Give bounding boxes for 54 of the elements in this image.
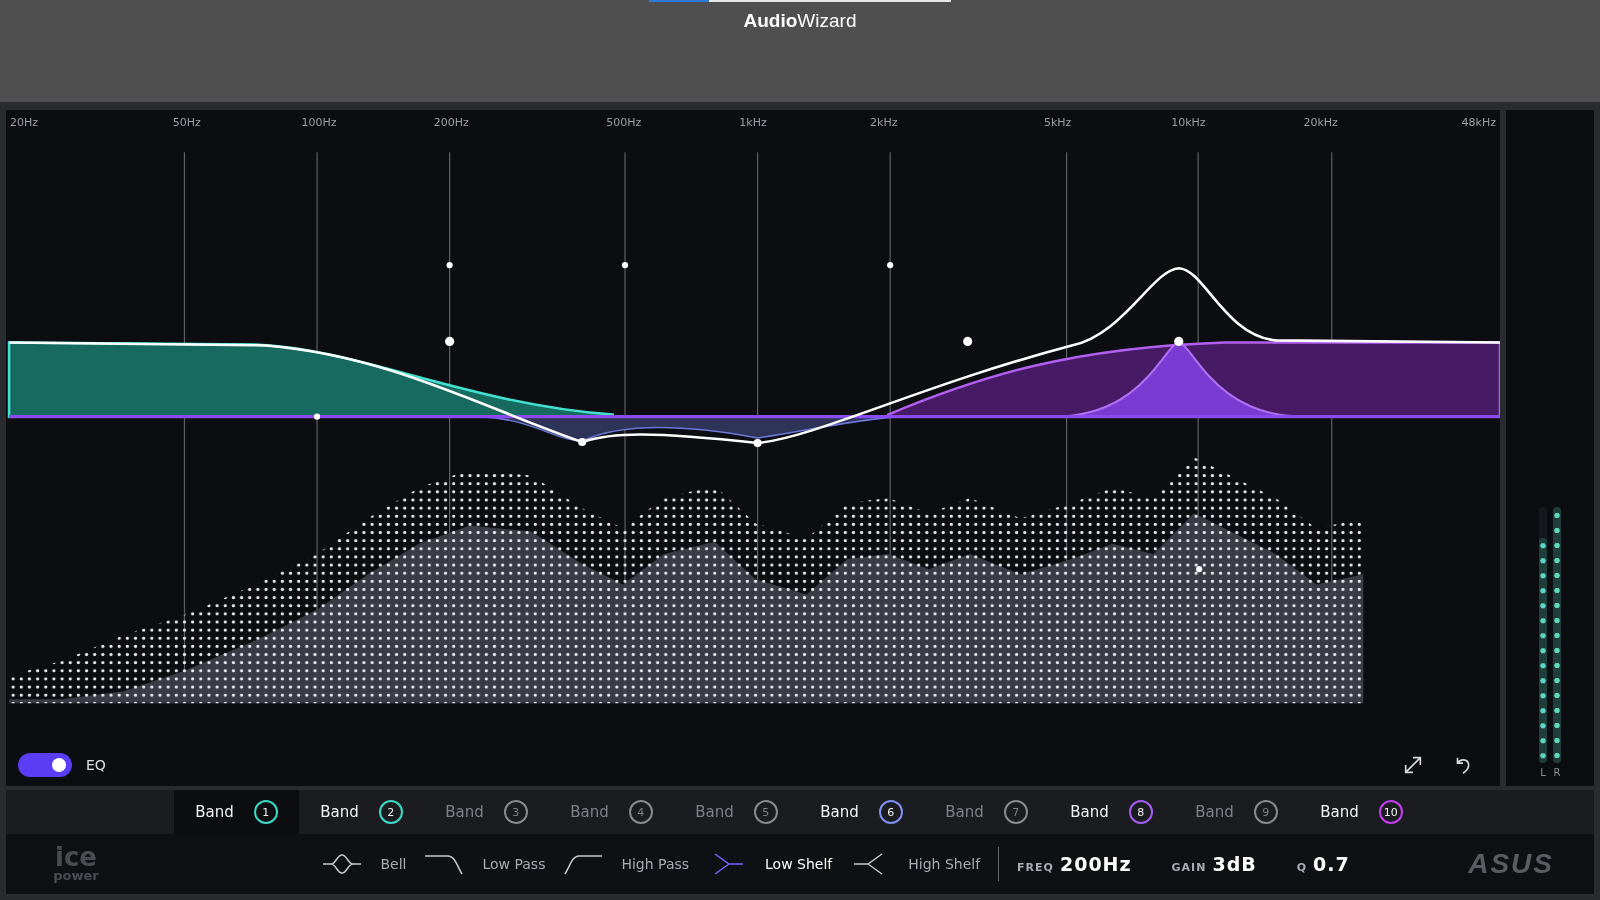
band-tab[interactable]: Band 8 bbox=[1049, 790, 1174, 834]
parameter-label: Q bbox=[1296, 861, 1308, 874]
frequency-label: 1kHz bbox=[739, 116, 767, 129]
low-pass-curve-icon bbox=[424, 852, 465, 876]
app-title: AudioWizard bbox=[743, 10, 857, 32]
band-number: 3 bbox=[503, 800, 528, 824]
filter-type-option[interactable]: High Pass bbox=[563, 852, 690, 876]
band-tab[interactable]: Band 2 bbox=[299, 790, 424, 834]
frequency-label: 50Hz bbox=[172, 116, 201, 129]
band-number: 6 bbox=[878, 800, 903, 824]
frequency-label: 5kHz bbox=[1043, 116, 1072, 129]
bell-curve-icon bbox=[322, 852, 363, 876]
filter-type-option[interactable]: High Shelf bbox=[850, 852, 981, 876]
band-number: 9 bbox=[1253, 800, 1278, 824]
band-tab[interactable]: Band 9 bbox=[1174, 790, 1299, 834]
frequency-label: 2kHz bbox=[870, 116, 898, 129]
band-tab[interactable]: Band 6 bbox=[799, 790, 924, 834]
band-handles[interactable] bbox=[314, 262, 1203, 573]
frequency-label: 200Hz bbox=[433, 116, 469, 129]
frequency-label: 500Hz bbox=[606, 116, 642, 129]
eq-toggle[interactable] bbox=[18, 753, 72, 777]
channel-label: L bbox=[1540, 767, 1546, 778]
parameter-label: FREQ bbox=[1017, 861, 1054, 874]
band-tab[interactable]: Band 10 bbox=[1299, 790, 1424, 834]
band-number: 5 bbox=[753, 800, 778, 824]
filter-type-option[interactable]: Bell bbox=[322, 852, 407, 876]
frequency-label: 100Hz bbox=[301, 116, 337, 129]
expand-icon[interactable] bbox=[1402, 754, 1424, 776]
band-tab[interactable]: Band 7 bbox=[924, 790, 1049, 834]
frequency-label: 48kHz bbox=[1461, 116, 1496, 129]
band-tab[interactable]: Band 5 bbox=[674, 790, 799, 834]
band-number: 10 bbox=[1378, 800, 1403, 824]
band-number: 4 bbox=[628, 800, 653, 824]
band-number: 8 bbox=[1128, 800, 1153, 824]
parameter-value[interactable]: 200Hz bbox=[1059, 853, 1132, 875]
high-pass-curve-icon bbox=[563, 852, 604, 876]
band-number: 2 bbox=[378, 800, 403, 824]
parameter-label: GAIN bbox=[1171, 861, 1207, 874]
parameter-value[interactable]: 3dB bbox=[1212, 853, 1257, 875]
frequency-label: 20Hz bbox=[10, 116, 39, 129]
band-tab[interactable]: Band 3 bbox=[424, 790, 549, 834]
filter-type-option[interactable]: Low Shelf bbox=[707, 852, 833, 876]
band-tab[interactable]: Band 4 bbox=[549, 790, 674, 834]
filter-type-option[interactable]: Low Pass bbox=[424, 852, 546, 876]
asus-logo: ASUS bbox=[1468, 848, 1554, 880]
frequency-label: 20kHz bbox=[1303, 116, 1338, 129]
band-tab[interactable]: Band 1 bbox=[174, 790, 299, 834]
channel-label: R bbox=[1553, 767, 1561, 778]
frequency-label: 10kHz bbox=[1171, 116, 1206, 129]
eq-label: EQ bbox=[86, 757, 106, 773]
parameter-value[interactable]: 0.7 bbox=[1313, 853, 1350, 875]
band-number: 7 bbox=[1003, 800, 1028, 824]
band-number: 1 bbox=[253, 800, 278, 824]
ice-power-logo: ice power bbox=[52, 846, 100, 882]
